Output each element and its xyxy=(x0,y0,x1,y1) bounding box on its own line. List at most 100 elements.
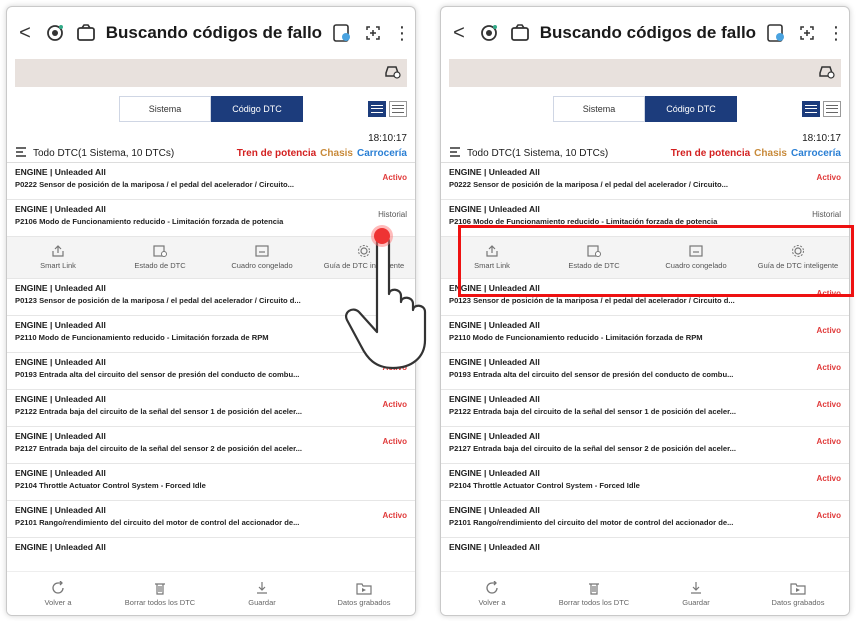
expand-icon[interactable] xyxy=(362,20,385,46)
tab-row: Sistema Código DTC xyxy=(7,87,415,131)
folder-icon xyxy=(790,582,806,595)
back-button[interactable]: < xyxy=(15,22,35,45)
vehicle-report-icon[interactable] xyxy=(508,20,531,46)
toolbar-label: Guardar xyxy=(248,597,276,607)
dtc-summary: Todo DTC(1 Sistema, 10 DTCs) Tren de pot… xyxy=(441,145,849,163)
more-menu-button[interactable]: ⋮ xyxy=(393,23,411,44)
toolbar-label: Datos grabados xyxy=(771,597,825,607)
clear-all-dtc-button[interactable]: Borrar todos los DTC xyxy=(109,572,211,615)
back-button[interactable]: < xyxy=(449,22,469,45)
row-header: ENGINE | Unleaded All xyxy=(449,394,540,404)
dtc-row[interactable]: ENGINE | Unleaded All P2110 Modo de Funci… xyxy=(441,316,849,353)
dtc-row[interactable]: ENGINE | Unleaded All xyxy=(441,538,849,575)
status-icon xyxy=(153,245,167,257)
category-body[interactable]: Carrocería xyxy=(791,148,841,159)
dtc-row[interactable]: ENGINE | Unleaded All P2101 Rango/rendimi… xyxy=(7,501,415,538)
expand-icon[interactable] xyxy=(796,20,819,46)
trash-icon xyxy=(589,582,599,595)
category-chassis[interactable]: Chasis xyxy=(754,148,787,159)
clear-all-dtc-button[interactable]: Borrar todos los DTC xyxy=(543,572,645,615)
category-chassis[interactable]: Chasis xyxy=(320,148,353,159)
filter-icon[interactable] xyxy=(15,146,27,161)
timestamp: 18:10:17 xyxy=(368,133,407,144)
recorded-data-button[interactable]: Datos grabados xyxy=(313,572,415,615)
toolbar-label: Volver a xyxy=(44,597,72,607)
vehicle-icon[interactable] xyxy=(817,63,835,84)
category-powertrain[interactable]: Tren de potencia xyxy=(237,148,316,159)
download-icon xyxy=(691,581,701,594)
tab-codigo-dtc[interactable]: Código DTC xyxy=(211,96,303,122)
dtc-row[interactable]: ENGINE | Unleaded All P2104 Throttle Actu… xyxy=(7,464,415,501)
row-header: ENGINE | Unleaded All xyxy=(449,167,540,177)
vehicle-report-icon[interactable] xyxy=(74,20,97,46)
row-header: ENGINE | Unleaded All xyxy=(15,167,106,177)
recorded-data-button[interactable]: Datos grabados xyxy=(747,572,849,615)
status-badge: Activo xyxy=(816,511,841,520)
status-badge: Activo xyxy=(816,326,841,335)
scan-icon[interactable] xyxy=(43,20,66,46)
tab-sistema[interactable]: Sistema xyxy=(119,96,211,122)
scan-icon[interactable] xyxy=(477,20,500,46)
row-header: ENGINE | Unleaded All xyxy=(449,542,540,552)
row-description: P2101 Rango/rendimiento del circuito del… xyxy=(15,518,300,527)
dtc-row[interactable]: ENGINE | Unleaded All P0193 Entrada alta … xyxy=(441,353,849,390)
dtc-row[interactable]: ENGINE | Unleaded All P2122 Entrada baja … xyxy=(441,390,849,427)
row-description: P2104 Throttle Actuator Control System -… xyxy=(449,481,640,490)
comparison-stage: < Buscando códigos de fallo ⋮ Sistema Có… xyxy=(0,0,856,621)
more-menu-button[interactable]: ⋮ xyxy=(827,23,845,44)
vehicle-icon[interactable] xyxy=(383,63,401,84)
category-powertrain[interactable]: Tren de potencia xyxy=(671,148,750,159)
action-label: Smart Link xyxy=(40,261,76,270)
dtc-row[interactable]: ENGINE | Unleaded All P2122 Entrada baja … xyxy=(7,390,415,427)
list-view-icon[interactable] xyxy=(802,101,820,117)
dtc-row[interactable]: ENGINE | Unleaded All P2101 Rango/rendimi… xyxy=(441,501,849,538)
row-header: ENGINE | Unleaded All xyxy=(15,204,106,214)
dtc-row[interactable]: ENGINE | Unleaded All P0222 Sensor de pos… xyxy=(441,163,849,200)
dtc-row[interactable]: ENGINE | Unleaded All xyxy=(7,538,415,575)
row-description: P2104 Throttle Actuator Control System -… xyxy=(15,481,206,490)
search-dtc-icon[interactable] xyxy=(330,20,353,46)
highlight-box xyxy=(458,225,854,297)
row-header: ENGINE | Unleaded All xyxy=(449,468,540,478)
row-header: ENGINE | Unleaded All xyxy=(15,505,106,515)
status-badge: Activo xyxy=(816,400,841,409)
tab-codigo-dtc[interactable]: Código DTC xyxy=(645,96,737,122)
back-action-button[interactable]: Volver a xyxy=(7,572,109,615)
row-header: ENGINE | Unleaded All xyxy=(15,394,106,404)
dtc-status-button[interactable]: Estado de DTC xyxy=(109,245,211,270)
row-description: P0123 Sensor de posición de la mariposa … xyxy=(449,296,735,305)
row-header: ENGINE | Unleaded All xyxy=(449,357,540,367)
dtc-row[interactable]: ENGINE | Unleaded All P2104 Throttle Actu… xyxy=(441,464,849,501)
dtc-row[interactable]: ENGINE | Unleaded All P2127 Entrada baja … xyxy=(7,427,415,464)
row-description: P2127 Entrada baja del circuito de la se… xyxy=(449,444,736,453)
share-icon xyxy=(51,245,65,257)
freeze-frame-button[interactable]: Cuadro congelado xyxy=(211,245,313,270)
row-header: ENGINE | Unleaded All xyxy=(15,431,106,441)
grid-view-icon[interactable] xyxy=(823,101,841,117)
page-title: Buscando códigos de fallo xyxy=(105,23,323,42)
grid-view-icon[interactable] xyxy=(389,101,407,117)
back-action-button[interactable]: Volver a xyxy=(441,572,543,615)
row-header: ENGINE | Unleaded All xyxy=(449,505,540,515)
row-description: P2106 Modo de Funcionamiento reducido - … xyxy=(15,217,284,226)
filter-icon[interactable] xyxy=(449,146,461,161)
save-button[interactable]: Guardar xyxy=(645,572,747,615)
row-description: P2110 Modo de Funcionamiento reducido - … xyxy=(449,333,703,342)
list-view-icon[interactable] xyxy=(368,101,386,117)
row-description: P2110 Modo de Funcionamiento reducido - … xyxy=(15,333,269,342)
status-badge: Activo xyxy=(382,400,407,409)
category-body[interactable]: Carrocería xyxy=(357,148,407,159)
row-header: ENGINE | Unleaded All xyxy=(449,431,540,441)
tab-sistema[interactable]: Sistema xyxy=(553,96,645,122)
status-badge: Activo xyxy=(816,173,841,182)
status-badge: Activo xyxy=(816,474,841,483)
dtc-row[interactable]: ENGINE | Unleaded All P0222 Sensor de pos… xyxy=(7,163,415,200)
row-description: P2122 Entrada baja del circuito de la se… xyxy=(15,407,302,416)
search-dtc-icon[interactable] xyxy=(764,20,787,46)
smart-link-button[interactable]: Smart Link xyxy=(7,245,109,270)
finger-tap-icon xyxy=(345,234,427,370)
row-header: ENGINE | Unleaded All xyxy=(449,320,540,330)
timestamp: 18:10:17 xyxy=(802,133,841,144)
dtc-row[interactable]: ENGINE | Unleaded All P2127 Entrada baja … xyxy=(441,427,849,464)
save-button[interactable]: Guardar xyxy=(211,572,313,615)
